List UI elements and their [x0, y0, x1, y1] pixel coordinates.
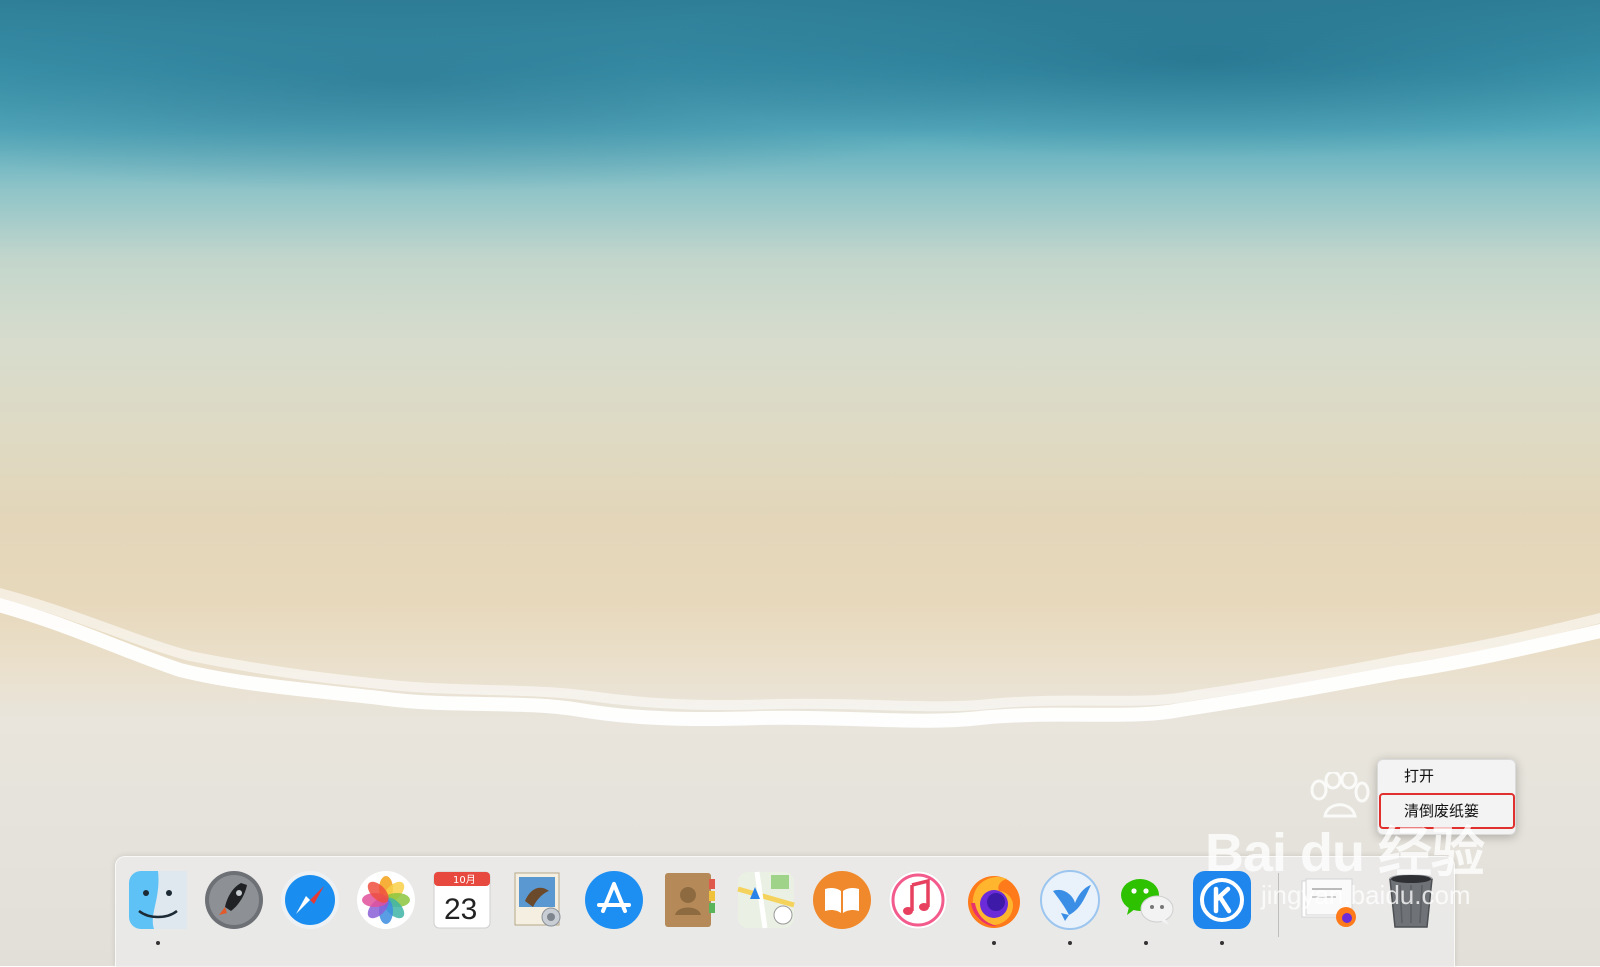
wechat-icon[interactable] [1115, 869, 1177, 931]
downloads-stack-icon[interactable] [1296, 869, 1358, 931]
music-icon[interactable] [887, 869, 949, 931]
calendar-day: 23 [444, 893, 477, 926]
empty-trash-highlight [1379, 793, 1515, 829]
desktop-wallpaper [0, 0, 1600, 966]
app-store-icon[interactable] [583, 869, 645, 931]
safari-icon[interactable] [279, 869, 341, 931]
dock: 10月 23 [115, 856, 1455, 967]
finder-icon[interactable] [127, 869, 189, 931]
calendar-icon[interactable]: 10月 23 [431, 869, 493, 931]
maps-icon[interactable] [735, 869, 797, 931]
k-app-icon[interactable] [1191, 869, 1253, 931]
menu-item-open[interactable]: 打开 [1382, 762, 1511, 790]
wechat-running-dot [1144, 941, 1148, 945]
firefox-running-dot [992, 941, 996, 945]
mail-icon[interactable] [507, 869, 569, 931]
wave-foam [0, 587, 1600, 728]
launchpad-icon[interactable] [203, 869, 265, 931]
xunlei-running-dot [1068, 941, 1072, 945]
books-icon[interactable] [811, 869, 873, 931]
k-app-running-dot [1220, 941, 1224, 945]
firefox-icon[interactable] [963, 869, 1025, 931]
photos-icon[interactable] [355, 869, 417, 931]
contacts-icon[interactable] [659, 869, 721, 931]
trash-icon[interactable] [1380, 869, 1442, 931]
xunlei-icon[interactable] [1039, 869, 1101, 931]
finder-running-dot [156, 941, 160, 945]
dock-separator [1278, 873, 1279, 937]
calendar-month: 10月 [453, 874, 476, 886]
